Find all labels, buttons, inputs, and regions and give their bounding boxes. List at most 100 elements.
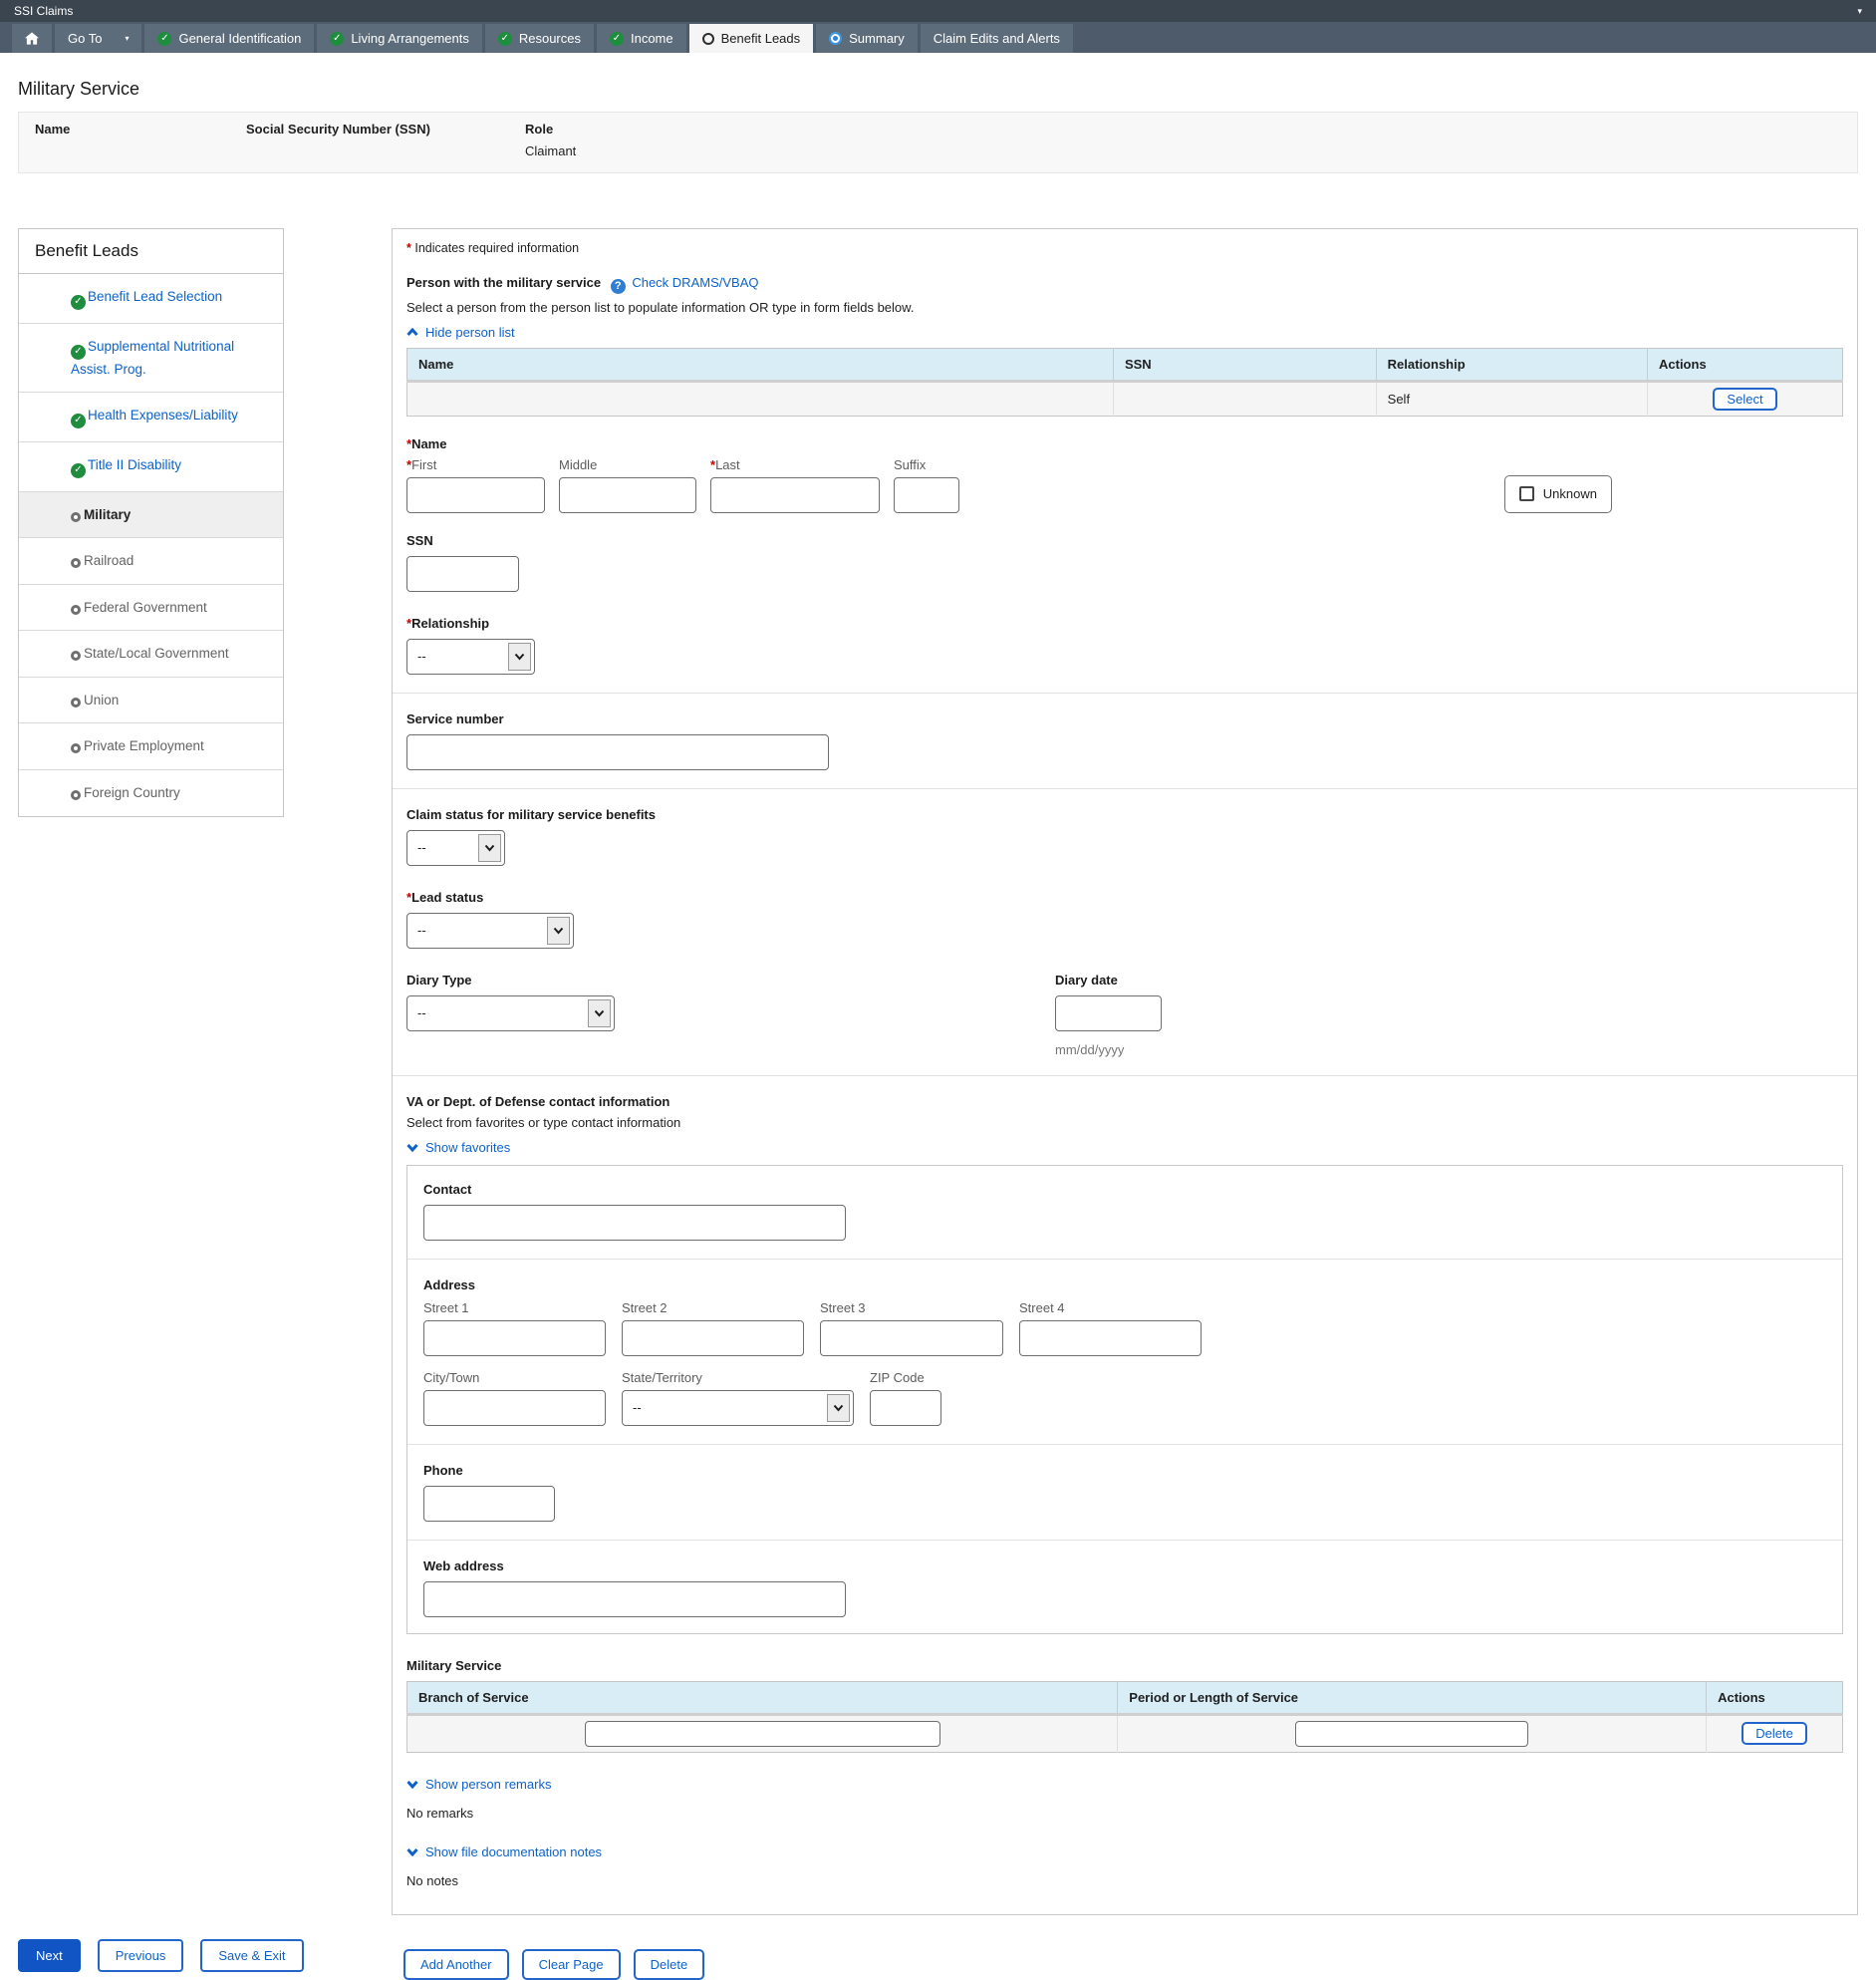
claim-status-label: Claim status for military service benefi…	[406, 806, 656, 822]
diary-type-select[interactable]: --	[406, 994, 615, 1031]
show-person-remarks-toggle[interactable]: Show person remarks	[406, 1777, 551, 1792]
go-to-dropdown[interactable]: Go To ▾	[55, 24, 142, 53]
street2-input[interactable]	[622, 1319, 804, 1356]
unknown-checkbox[interactable]: Unknown	[1503, 474, 1612, 513]
tab-income[interactable]: ✓ Income	[596, 24, 686, 53]
person-section-subtext: Select a person from the person list to …	[406, 299, 915, 315]
state-select[interactable]: --	[622, 1389, 854, 1426]
diary-date-input[interactable]	[1055, 994, 1162, 1031]
street3-label: Street 3	[820, 1299, 866, 1315]
tab-summary[interactable]: Summary	[816, 24, 918, 53]
add-another-button[interactable]: Add Another	[403, 1948, 509, 1980]
col-header-actions: Actions	[1647, 348, 1843, 383]
first-name-input[interactable]	[406, 476, 545, 513]
sidebar-item-federal-government[interactable]: Federal Government	[19, 585, 283, 632]
claimant-summary-panel: Name Social Security Number (SSN) Role C…	[18, 112, 1858, 173]
sidebar-item-union[interactable]: Union	[19, 678, 283, 724]
open-circle-icon	[71, 604, 81, 615]
check-circle-icon: ✓	[71, 294, 86, 310]
person-name-cell	[406, 381, 1114, 416]
chevron-down-icon	[827, 1393, 850, 1422]
check-circle-icon: ✓	[497, 31, 512, 46]
service-number-input[interactable]	[406, 733, 829, 770]
chevron-down-icon	[406, 1780, 418, 1789]
street4-input[interactable]	[1019, 1319, 1202, 1356]
page-actions: Add Another Clear Page Delete	[403, 1948, 1858, 1980]
sidebar-item-railroad[interactable]: Railroad	[19, 538, 283, 585]
chevron-down-icon	[406, 1143, 418, 1152]
web-address-input[interactable]	[423, 1580, 846, 1617]
chevron-down-icon	[588, 998, 611, 1027]
sidebar-title: Benefit Leads	[19, 229, 283, 274]
person-ssn-cell	[1113, 381, 1377, 416]
last-name-input[interactable]	[710, 476, 880, 513]
sidebar-item-health-expenses[interactable]: ✓ Health Expenses/Liability	[19, 393, 283, 442]
tab-claim-edits-and-alerts[interactable]: Claim Edits and Alerts	[920, 24, 1073, 53]
window-menu-caret-icon[interactable]: ▾	[1857, 6, 1862, 17]
street2-label: Street 2	[622, 1299, 668, 1315]
person-table-header-row: Name SSN Relationship Actions	[406, 348, 1843, 383]
claimant-role-label: Role	[525, 122, 554, 137]
delete-row-button[interactable]: Delete	[1742, 1722, 1807, 1745]
tab-living-arrangements[interactable]: ✓ Living Arrangements	[317, 24, 482, 53]
sidebar-item-title-ii-disability[interactable]: ✓ Title II Disability	[19, 442, 283, 492]
street1-label: Street 1	[423, 1299, 469, 1315]
claim-status-select[interactable]: --	[406, 829, 505, 866]
branch-of-service-input[interactable]	[584, 1720, 940, 1747]
claimant-role-value: Claimant	[525, 143, 577, 158]
contact-input[interactable]	[423, 1204, 846, 1241]
sidebar-item-foreign-country[interactable]: Foreign Country	[19, 770, 283, 816]
tab-resources[interactable]: ✓ Resources	[484, 24, 594, 53]
open-circle-icon	[71, 511, 81, 522]
home-button[interactable]	[12, 24, 52, 53]
tab-benefit-leads[interactable]: Benefit Leads	[688, 24, 814, 53]
go-to-label: Go To	[68, 31, 103, 46]
show-favorites-toggle[interactable]: Show favorites	[406, 1140, 510, 1155]
military-table-row: Delete	[406, 1714, 1843, 1752]
middle-name-input[interactable]	[559, 476, 696, 513]
va-contact-heading: VA or Dept. of Defense contact informati…	[406, 1093, 670, 1109]
app-title: SSI Claims	[14, 4, 74, 18]
show-file-documentation-notes-toggle[interactable]: Show file documentation notes	[406, 1844, 602, 1859]
check-circle-icon: ✓	[71, 413, 86, 428]
tab-general-identification[interactable]: ✓ General Identification	[144, 24, 315, 53]
previous-button[interactable]: Previous	[97, 1939, 184, 1972]
help-icon[interactable]: ?	[610, 278, 626, 294]
open-circle-icon	[701, 32, 714, 45]
street1-input[interactable]	[423, 1319, 606, 1356]
lead-status-select[interactable]: --	[406, 912, 574, 949]
person-list-table: Name SSN Relationship Actions Self Selec…	[406, 347, 1843, 417]
delete-button[interactable]: Delete	[633, 1948, 705, 1980]
zip-label: ZIP Code	[870, 1369, 925, 1385]
period-of-service-input[interactable]	[1295, 1720, 1529, 1747]
sidebar-item-private-employment[interactable]: Private Employment	[19, 723, 283, 770]
hide-person-list-toggle[interactable]: Hide person list	[406, 325, 515, 340]
street3-input[interactable]	[820, 1319, 1003, 1356]
sidebar-item-supplemental-nutritional[interactable]: ✓ Supplemental Nutritional Assist. Prog.	[19, 324, 283, 394]
next-button[interactable]: Next	[18, 1939, 81, 1972]
contact-label: Contact	[423, 1181, 472, 1197]
select-person-button[interactable]: Select	[1713, 387, 1777, 411]
suffix-input[interactable]	[894, 476, 959, 513]
save-exit-button[interactable]: Save & Exit	[200, 1939, 304, 1972]
check-circle-icon: ✓	[330, 31, 345, 46]
check-circle-icon: ✓	[71, 462, 86, 478]
chevron-down-icon: ▾	[125, 34, 130, 43]
required-note: * Indicates required information	[406, 241, 580, 255]
va-contact-subtext: Select from favorites or type contact in…	[406, 1114, 681, 1130]
ssn-input[interactable]	[406, 555, 519, 592]
phone-input[interactable]	[423, 1485, 555, 1522]
city-input[interactable]	[423, 1389, 606, 1426]
person-section-heading: Person with the military service	[406, 275, 602, 290]
sidebar-item-military[interactable]: Military	[19, 491, 283, 539]
clear-page-button[interactable]: Clear Page	[521, 1948, 621, 1980]
sidebar-item-state-local-government[interactable]: State/Local Government	[19, 631, 283, 678]
suffix-label: Suffix	[894, 456, 927, 472]
sidebar-item-benefit-lead-selection[interactable]: ✓ Benefit Lead Selection	[19, 274, 283, 324]
zip-input[interactable]	[870, 1389, 941, 1426]
va-contact-box: Contact Address Street 1 Street 2 Street…	[406, 1164, 1843, 1634]
check-drams-vbaq-link[interactable]: Check DRAMS/VBAQ	[632, 275, 758, 290]
divider	[407, 1258, 1842, 1260]
relationship-select[interactable]: --	[406, 638, 535, 675]
check-circle-icon: ✓	[157, 31, 172, 46]
